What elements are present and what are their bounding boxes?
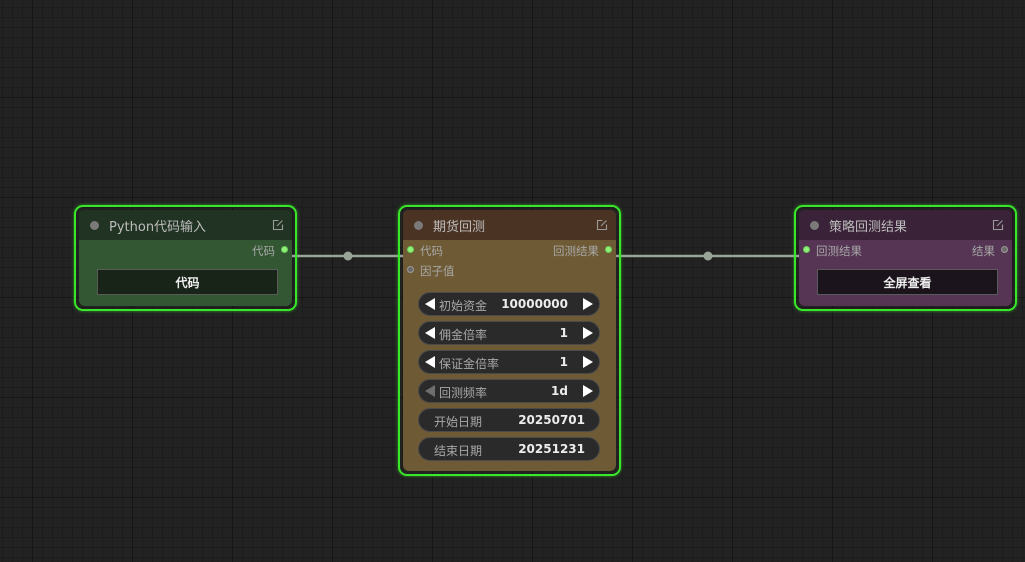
code-button[interactable]: 代码: [97, 269, 278, 295]
output-slot-label: 结果: [972, 244, 995, 258]
input-port-result[interactable]: [803, 246, 810, 253]
output-slot-label: 回测结果: [553, 244, 599, 258]
node-strategy-result[interactable]: 策略回测结果 回测结果 结果 全屏查看: [794, 205, 1017, 311]
collapse-dot[interactable]: [810, 220, 819, 230]
collapse-dot[interactable]: [90, 220, 99, 230]
node-python-input[interactable]: Python代码输入 代码 代码: [74, 205, 297, 311]
input-port-factor[interactable]: [407, 266, 414, 273]
edit-icon[interactable]: [596, 219, 608, 231]
widget-label: 回测频率: [439, 386, 488, 400]
fullscreen-view-button[interactable]: 全屏查看: [817, 269, 998, 295]
widget-value: 1: [559, 355, 568, 369]
node-title: Python代码输入: [109, 219, 207, 235]
arrow-left-icon[interactable]: [425, 327, 435, 339]
node-body: Python代码输入 代码 代码: [79, 210, 292, 306]
widget-label: 佣金倍率: [439, 328, 488, 342]
graph-canvas[interactable]: Python代码输入 代码 代码 期货回测 代码 回测结果 因子值 初始资金 1…: [0, 0, 1025, 562]
arrow-right-icon[interactable]: [583, 385, 593, 397]
arrow-right-icon[interactable]: [583, 356, 593, 368]
arrow-right-icon[interactable]: [583, 298, 593, 310]
node-title-bar[interactable]: 期货回测: [403, 210, 616, 240]
input-port-code[interactable]: [407, 246, 414, 253]
node-body: 策略回测结果 回测结果 结果 全屏查看: [799, 210, 1012, 306]
input-slot-label: 代码: [420, 244, 443, 258]
edit-icon[interactable]: [992, 219, 1004, 231]
output-port[interactable]: [281, 246, 288, 253]
node-title-bar[interactable]: Python代码输入: [79, 210, 292, 240]
widget-initial-capital[interactable]: 初始资金 10000000: [418, 292, 600, 316]
edit-icon[interactable]: [272, 219, 284, 231]
node-title: 期货回测: [433, 219, 486, 235]
output-port-result[interactable]: [605, 246, 612, 253]
node-title: 策略回测结果: [829, 219, 908, 235]
input-slot-label: 回测结果: [816, 244, 862, 258]
widget-end-date[interactable]: 结束日期 20251231: [418, 437, 600, 461]
output-slot-label: 代码: [252, 244, 275, 258]
widget-value: 20250701: [518, 413, 585, 427]
link-midpoint-2[interactable]: [703, 251, 713, 261]
node-title-bar[interactable]: 策略回测结果: [799, 210, 1012, 240]
widget-label: 保证金倍率: [439, 357, 500, 371]
input-slot-label: 因子值: [420, 264, 455, 278]
widget-value: 10000000: [501, 297, 568, 311]
widget-value: 1: [559, 326, 568, 340]
node-body: 期货回测 代码 回测结果 因子值 初始资金 10000000 佣金倍率 1 保证…: [403, 210, 616, 471]
widget-commission-multiplier[interactable]: 佣金倍率 1: [418, 321, 600, 345]
collapse-dot[interactable]: [414, 220, 423, 230]
widget-label: 开始日期: [434, 415, 483, 429]
arrow-left-icon[interactable]: [425, 298, 435, 310]
arrow-left-icon[interactable]: [425, 385, 435, 397]
slot-row-code: 代码 回测结果: [403, 240, 616, 260]
arrow-right-icon[interactable]: [583, 327, 593, 339]
node-futures-backtest[interactable]: 期货回测 代码 回测结果 因子值 初始资金 10000000 佣金倍率 1 保证…: [398, 205, 621, 476]
output-port[interactable]: [1001, 246, 1008, 253]
output-slot-code: 代码: [79, 240, 292, 260]
widget-label: 结束日期: [434, 444, 483, 458]
widget-start-date[interactable]: 开始日期 20250701: [418, 408, 600, 432]
slot-row-result: 回测结果 结果: [799, 240, 1012, 260]
link-midpoint-1[interactable]: [343, 251, 353, 261]
slot-row-factor: 因子值: [403, 260, 616, 280]
widget-value: 20251231: [518, 442, 585, 456]
widget-backtest-frequency[interactable]: 回测频率 1d: [418, 379, 600, 403]
widget-value: 1d: [551, 384, 568, 398]
widget-margin-multiplier[interactable]: 保证金倍率 1: [418, 350, 600, 374]
widget-label: 初始资金: [439, 299, 488, 313]
arrow-left-icon[interactable]: [425, 356, 435, 368]
